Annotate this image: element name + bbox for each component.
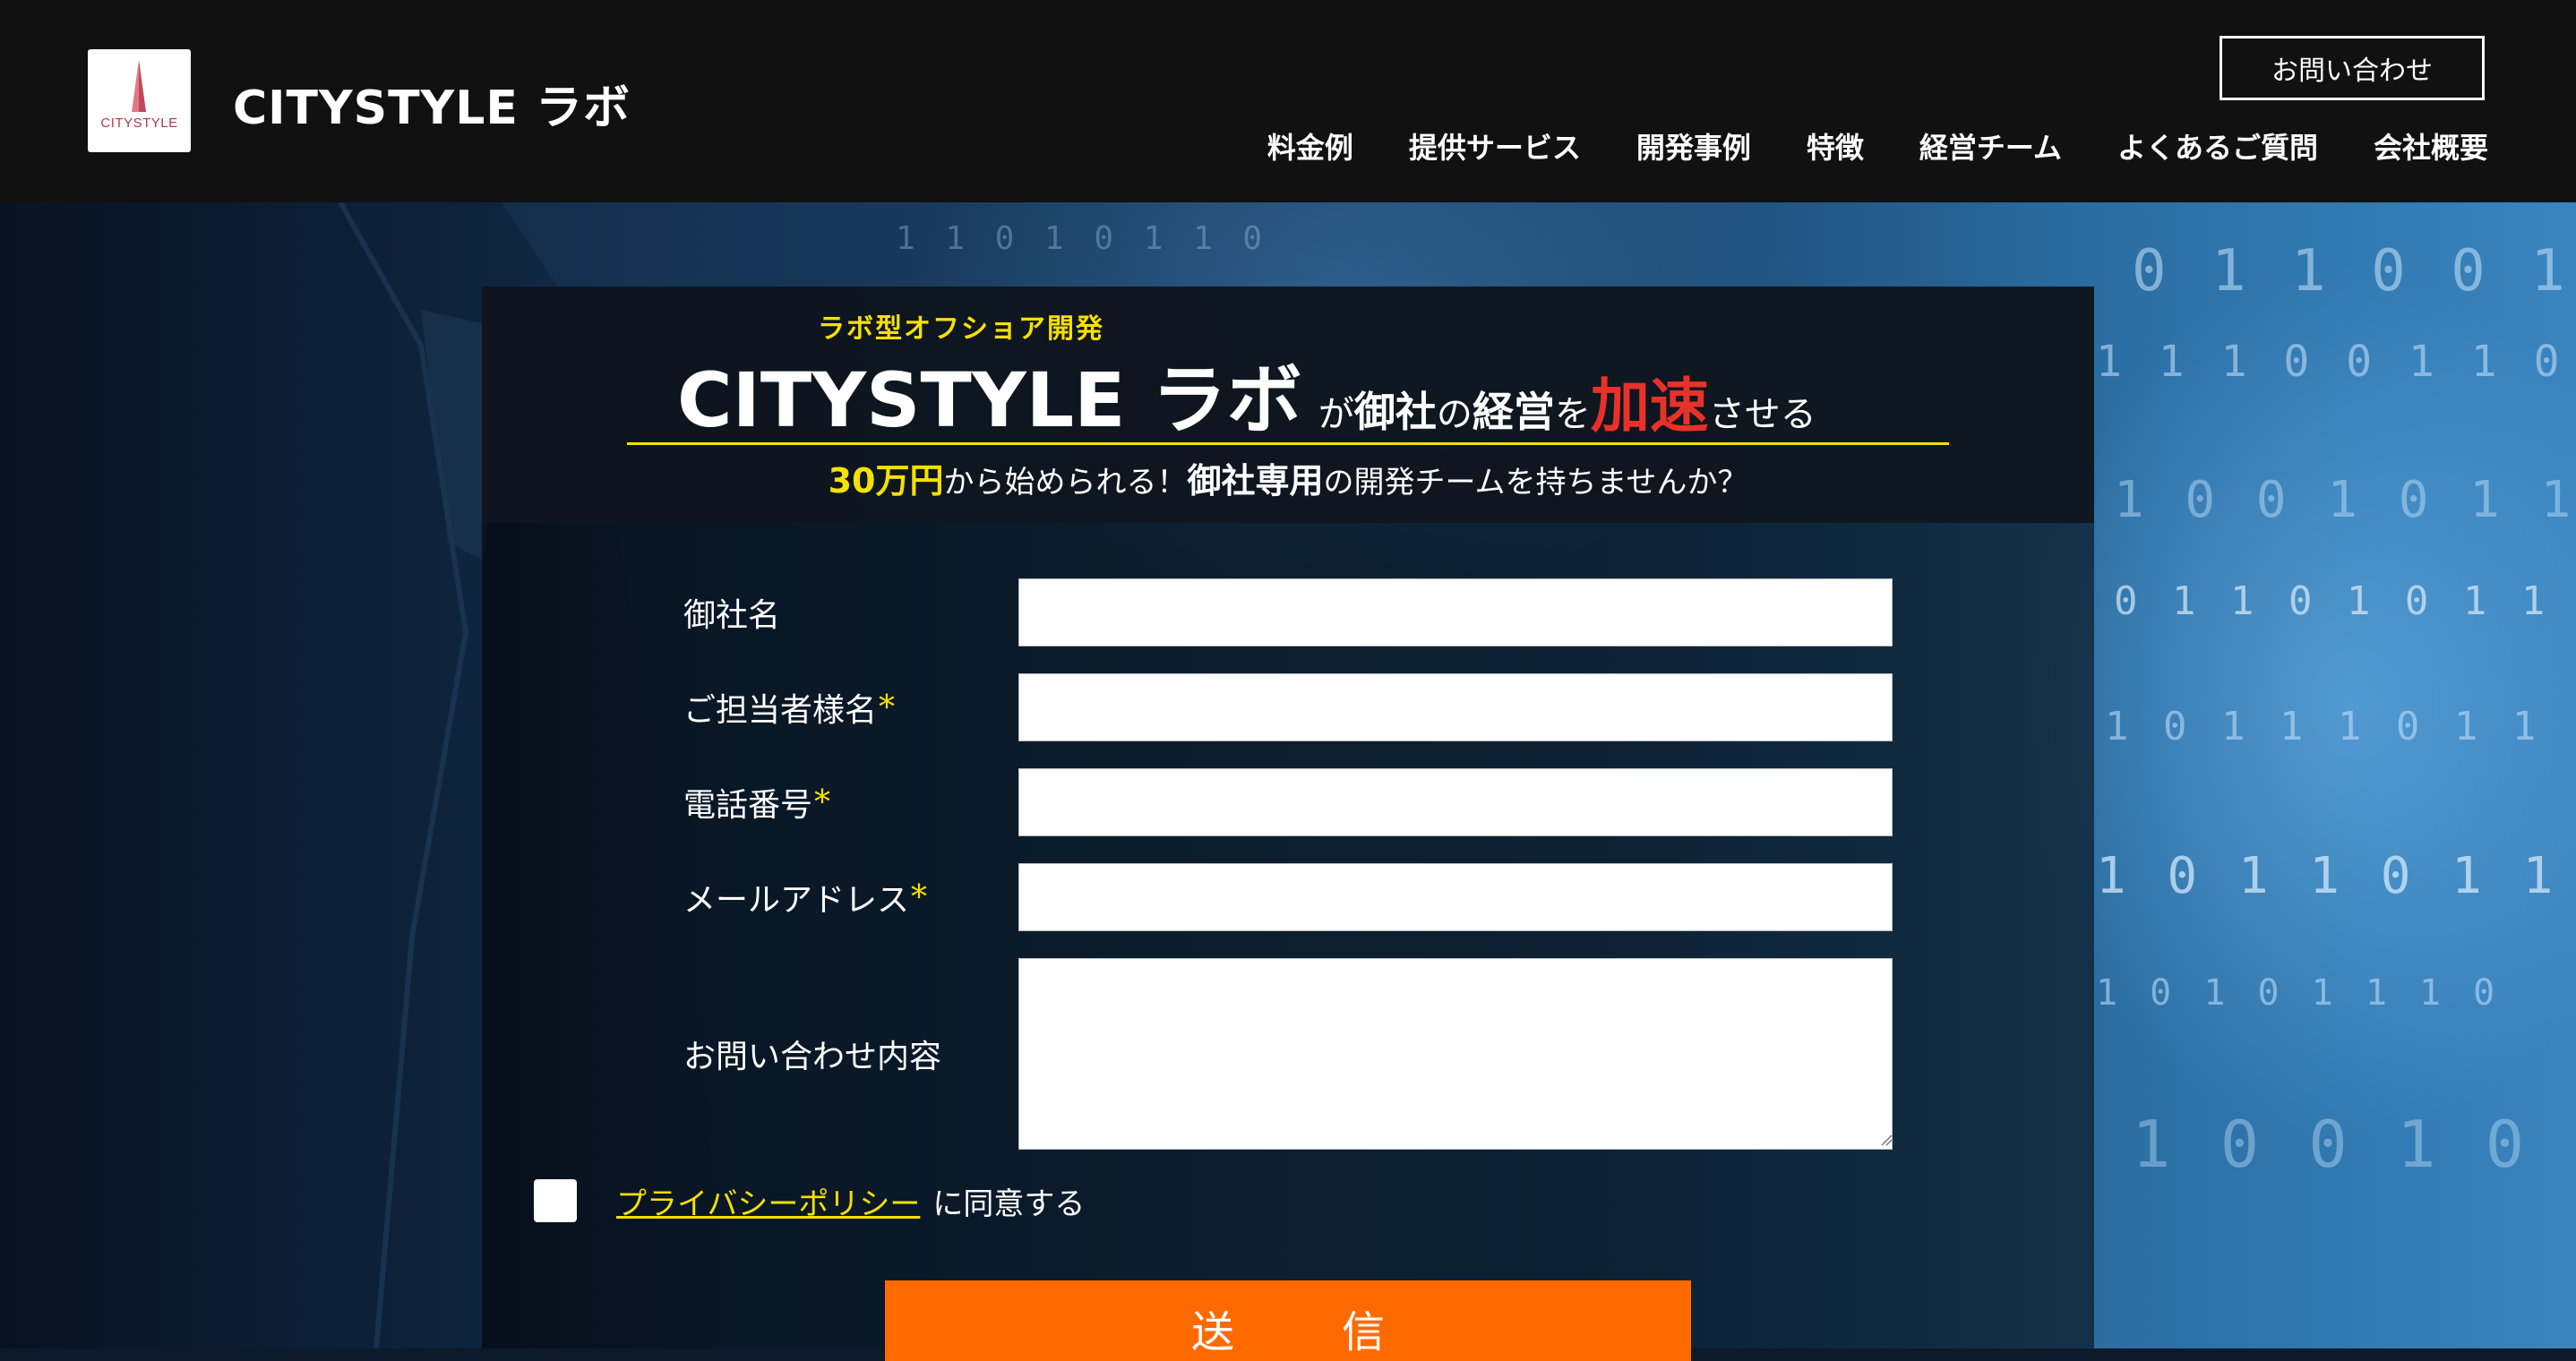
spire-logo-icon bbox=[132, 60, 146, 112]
nav-item-services[interactable]: 提供サービス bbox=[1409, 125, 1581, 167]
headline-ga: が bbox=[1318, 394, 1354, 435]
email-label: メールアドレス * bbox=[683, 863, 927, 931]
headline-accent: 加速 bbox=[1590, 372, 1709, 441]
headline-onsha: 御社 bbox=[1353, 388, 1437, 436]
subline-price: 30万円 bbox=[828, 461, 944, 501]
nav-item-pricing[interactable]: 料金例 bbox=[1267, 125, 1353, 167]
inquiry-textarea[interactable] bbox=[1018, 958, 1893, 1150]
inquiry-label: お問い合わせ内容 bbox=[683, 958, 941, 1150]
privacy-agree-row: プライバシーポリシー に同意する bbox=[534, 1178, 1085, 1223]
hero-subline: 30万円から始められる！御社専用の開発チームを持ちませんか？ bbox=[482, 453, 2094, 502]
contact-person-label-text: ご担当者様名 bbox=[683, 692, 878, 729]
nav-item-faq[interactable]: よくあるご質問 bbox=[2117, 125, 2318, 167]
headline-saseru: させる bbox=[1708, 394, 1816, 435]
headline-underline bbox=[627, 442, 1949, 445]
submit-button[interactable]: 送信 bbox=[885, 1280, 1691, 1361]
company-label: 御社名 bbox=[683, 578, 780, 646]
company-label-text: 御社名 bbox=[683, 597, 781, 634]
subline-bold: 御社専用 bbox=[1187, 461, 1324, 501]
privacy-policy-link[interactable]: プライバシーポリシー bbox=[616, 1179, 920, 1223]
contact-person-input[interactable] bbox=[1018, 673, 1893, 741]
form-row-email: メールアドレス * bbox=[683, 863, 2027, 931]
subline-part2: の開発チームを持ちませんか？ bbox=[1323, 465, 1748, 501]
company-input[interactable] bbox=[1018, 578, 1893, 646]
form-row-inquiry: お問い合わせ内容 bbox=[683, 958, 2027, 1150]
subline-part1: から始められる！ bbox=[943, 465, 1188, 501]
headline-no: の bbox=[1436, 394, 1473, 435]
nav-item-cases[interactable]: 開発事例 bbox=[1636, 125, 1751, 167]
email-input[interactable] bbox=[1018, 863, 1893, 931]
site-logo[interactable]: CITYSTYLE bbox=[88, 49, 191, 152]
headline-brand: CITYSTYLE ラボ bbox=[677, 356, 1302, 444]
required-mark: * bbox=[911, 878, 928, 916]
phone-input[interactable] bbox=[1018, 768, 1893, 836]
form-row-phone: 電話番号 * bbox=[683, 768, 2027, 836]
required-mark: * bbox=[814, 783, 831, 821]
logo-wordmark: CITYSTYLE bbox=[100, 116, 178, 131]
resize-handle-icon[interactable] bbox=[1880, 1134, 1893, 1146]
nav-item-features[interactable]: 特徴 bbox=[1807, 125, 1864, 167]
required-mark: * bbox=[879, 689, 896, 726]
nav-item-company[interactable]: 会社概要 bbox=[2374, 125, 2488, 167]
privacy-agree-text: に同意する bbox=[932, 1186, 1086, 1222]
phone-label: 電話番号 * bbox=[683, 768, 830, 836]
main-nav: 料金例 提供サービス 開発事例 特徴 経営チーム よくあるご質問 会社概要 bbox=[1267, 125, 2488, 167]
form-row-company: 御社名 bbox=[683, 578, 2027, 646]
privacy-agree-checkbox[interactable] bbox=[534, 1179, 577, 1222]
email-label-text: メールアドレス bbox=[683, 882, 910, 919]
brand-name[interactable]: CITYSTYLE ラボ bbox=[233, 70, 631, 137]
contact-person-label: ご担当者様名 * bbox=[683, 673, 895, 741]
contact-button[interactable]: お問い合わせ bbox=[2220, 36, 2485, 100]
hero-headline: CITYSTYLE ラボ が御社の経営を加速させる bbox=[677, 340, 1816, 449]
inquiry-label-text: お問い合わせ内容 bbox=[683, 1039, 942, 1075]
nav-item-team[interactable]: 経営チーム bbox=[1919, 125, 2062, 167]
site-header: CITYSTYLE CITYSTYLE ラボ お問い合わせ 料金例 提供サービス… bbox=[0, 0, 2576, 202]
panel-header: ラボ型オフショア開発 CITYSTYLE ラボ が御社の経営を加速させる 30万… bbox=[482, 287, 2094, 523]
headline-wo: を bbox=[1554, 394, 1591, 435]
form-row-contact-person: ご担当者様名 * bbox=[683, 673, 2027, 741]
headline-keiei: 経営 bbox=[1472, 388, 1555, 436]
phone-label-text: 電話番号 bbox=[683, 787, 813, 824]
